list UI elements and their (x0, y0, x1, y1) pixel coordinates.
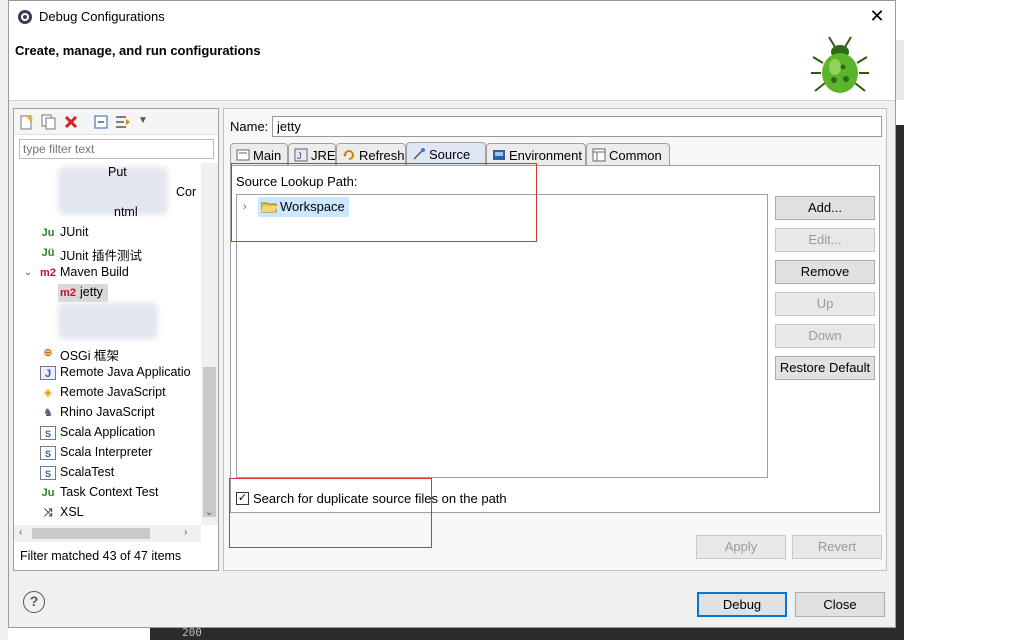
m2-icon: m2 (40, 267, 56, 279)
tree-item-task-context-test[interactable]: Ju Task Context Test (14, 483, 202, 503)
up-button[interactable]: Up (775, 292, 875, 316)
revert-button[interactable]: Revert (792, 535, 882, 559)
collapsed-chevron-icon[interactable]: › (243, 201, 247, 213)
checkbox-checked-icon[interactable]: ✓ (236, 492, 249, 505)
remote-js-icon: ◈ (43, 387, 53, 399)
tree-item-remote-javascript[interactable]: ◈ Remote JavaScript (14, 383, 202, 403)
name-input[interactable] (272, 116, 882, 137)
tab-refresh[interactable]: Refresh (336, 143, 406, 165)
tree-vertical-scrollbar[interactable]: ⌄ (201, 163, 218, 525)
scrollbar-thumb[interactable] (32, 528, 150, 539)
main-tab-icon (236, 149, 250, 161)
tab-main[interactable]: Main (230, 143, 288, 165)
tab-jre[interactable]: J JRE (288, 143, 336, 165)
debug-button[interactable]: Debug (697, 592, 787, 617)
debug-app-icon (18, 10, 32, 24)
close-window-button[interactable]: ✕ (865, 5, 889, 29)
view-menu-chevron-down-icon[interactable]: ▼ (138, 115, 148, 126)
workspace-entry[interactable]: Workspace (258, 197, 349, 217)
filter-configurations-icon[interactable] (114, 113, 132, 131)
header-banner: Create, manage, and run configurations (9, 33, 895, 101)
collapse-all-icon[interactable] (92, 113, 110, 131)
tree-item-osgi[interactable]: ⊕ OSGi 框架 (14, 343, 202, 363)
filter-status: Filter matched 43 of 47 items (20, 549, 182, 563)
folder-icon (261, 202, 277, 213)
tree-item-junit[interactable]: Ju JUnit (14, 223, 202, 243)
tab-common[interactable]: Common (586, 143, 670, 165)
tree-horizontal-scrollbar[interactable]: ‹ › (14, 525, 201, 542)
restore-default-button[interactable]: Restore Default (775, 356, 875, 380)
tree-item-rhino-javascript[interactable]: ♞ Rhino JavaScript (14, 403, 202, 423)
tree-item-remote-java[interactable]: J Remote Java Applicatio (14, 363, 202, 383)
xsl-icon: ⤨ (43, 507, 53, 519)
tree-item-scala-interpreter[interactable]: S Scala Interpreter (14, 443, 202, 463)
tree-item-xsl[interactable]: ⤨ XSL (14, 503, 202, 523)
scroll-left-chevron-icon[interactable]: ‹ (19, 527, 22, 538)
filter-input[interactable] (19, 139, 214, 159)
configuration-toolbar: ▼ (14, 109, 218, 135)
expanded-chevron-icon[interactable]: ⌄ (24, 267, 32, 278)
remote-java-icon: J (40, 366, 56, 380)
source-lookup-path-label: Source Lookup Path: (236, 174, 358, 189)
rhino-icon: ♞ (43, 407, 53, 419)
svg-text:J: J (297, 151, 302, 161)
tree-item-partial[interactable]: ntml (14, 203, 202, 223)
background-editor-strip: 200 (150, 626, 904, 640)
close-button[interactable]: Close (795, 592, 885, 617)
source-tab-icon (413, 148, 425, 160)
configuration-editor-pane: Name: Main J JRE Refresh Source Environm… (223, 108, 887, 571)
m2-icon: m2 (60, 287, 76, 299)
configuration-tree: Put Cor ntml Ju JUnit Jü JUnit 插件测试 ⌄ m2… (14, 163, 202, 525)
window-title: Debug Configurations (39, 9, 165, 24)
junit-icon: Ju (41, 227, 55, 239)
osgi-icon: ⊕ (43, 347, 53, 359)
down-button[interactable]: Down (775, 324, 875, 348)
tree-item-scala-application[interactable]: S Scala Application (14, 423, 202, 443)
name-label: Name: (230, 119, 269, 134)
edit-button[interactable]: Edit... (775, 228, 875, 252)
tree-item-partial[interactable]: Cor (14, 183, 202, 203)
tree-item-jetty[interactable]: m2 jetty (14, 283, 202, 303)
new-configuration-icon[interactable] (18, 113, 36, 131)
scrollbar-thumb[interactable] (203, 367, 216, 517)
jre-tab-icon: J (294, 148, 308, 162)
scala-icon: S (40, 446, 56, 460)
refresh-tab-icon (343, 150, 354, 160)
help-icon[interactable]: ? (23, 591, 45, 613)
scroll-right-chevron-icon[interactable]: › (184, 527, 187, 538)
junit-plugin-icon: Jü (41, 247, 55, 259)
tree-item-maven-build[interactable]: ⌄ m2 Maven Build (14, 263, 202, 283)
configuration-list-pane: ▼ Put Cor ntml Ju JUnit Jü JUnit 插件测试 ⌄ … (13, 108, 219, 571)
tree-item-scalatest[interactable]: S ScalaTest (14, 463, 202, 483)
scroll-down-chevron-icon[interactable]: ⌄ (205, 507, 213, 518)
tree-item-partial[interactable]: Put (14, 163, 202, 183)
scala-icon: S (40, 466, 56, 480)
redacted-entry (58, 303, 158, 339)
background-editor (896, 125, 904, 640)
banner-heading: Create, manage, and run configurations (15, 43, 261, 58)
add-button[interactable]: Add... (775, 196, 875, 220)
common-tab-icon (592, 148, 606, 162)
tab-source[interactable]: Source (406, 142, 486, 165)
duplicate-configuration-icon[interactable] (40, 113, 58, 131)
bug-icon (811, 36, 869, 93)
tab-environment[interactable]: Environment (486, 143, 586, 165)
tab-strip: Main J JRE Refresh Source Environment Co… (230, 142, 880, 165)
debug-configurations-dialog: Debug Configurations ✕ Create, manage, a… (8, 0, 896, 628)
background-window-edge (896, 40, 904, 100)
source-tab-content: Source Lookup Path: › Workspace Add... E… (230, 165, 880, 513)
title-bar: Debug Configurations ✕ (9, 1, 895, 33)
apply-button[interactable]: Apply (696, 535, 786, 559)
tree-item-junit-plugin[interactable]: Jü JUnit 插件测试 (14, 243, 202, 263)
remove-button[interactable]: Remove (775, 260, 875, 284)
environment-tab-icon (493, 150, 505, 160)
junit-icon: Ju (41, 487, 55, 499)
source-lookup-tree[interactable]: › Workspace (236, 194, 768, 478)
delete-configuration-icon[interactable] (62, 113, 80, 131)
background-window-edge (0, 0, 8, 640)
scala-icon: S (40, 426, 56, 440)
